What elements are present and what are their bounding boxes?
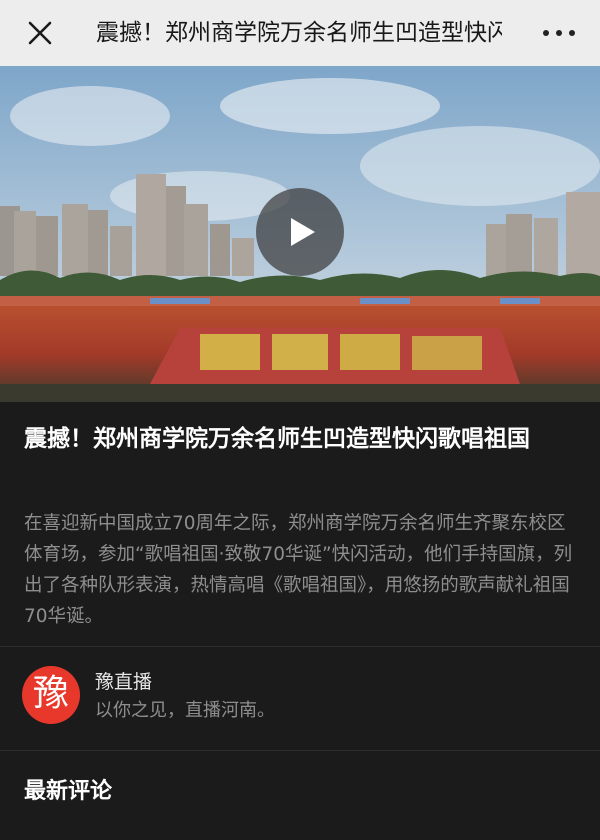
close-icon: [28, 21, 52, 45]
article-headline: 震撼！郑州商学院万余名师生凹造型快闪歌唱祖国: [24, 426, 530, 452]
divider: [0, 646, 600, 647]
close-button[interactable]: [26, 19, 54, 47]
more-button[interactable]: [540, 22, 578, 44]
page-title: 震撼！郑州商学院万余名师生凹造型快闪歌唱祖国: [96, 20, 502, 46]
more-icon-dot: [569, 30, 575, 36]
play-button[interactable]: [256, 188, 344, 276]
article-panel: 震撼！郑州商学院万余名师生凹造型快闪歌唱祖国 在喜迎新中国成立70周年之际，郑州…: [0, 402, 600, 840]
more-icon-dot: [556, 30, 562, 36]
video-player[interactable]: [0, 66, 600, 402]
account-card[interactable]: 豫 豫直播 以你之见，直播河南。: [22, 666, 542, 728]
account-name[interactable]: 豫直播: [95, 669, 152, 695]
account-avatar[interactable]: 豫: [22, 666, 80, 724]
top-bar: 震撼！郑州商学院万余名师生凹造型快闪歌唱祖国: [0, 0, 600, 66]
account-slogan: 以你之见，直播河南。: [95, 700, 275, 721]
more-icon-dot: [543, 30, 549, 36]
comments-section-title: 最新评论: [24, 779, 113, 804]
account-avatar-logo: 豫: [32, 673, 69, 714]
play-icon: [291, 218, 315, 246]
article-description: 在喜迎新中国成立70周年之际，郑州商学院万余名师生齐聚东校区体育场，参加“歌唱祖…: [24, 513, 573, 627]
divider: [0, 750, 600, 751]
